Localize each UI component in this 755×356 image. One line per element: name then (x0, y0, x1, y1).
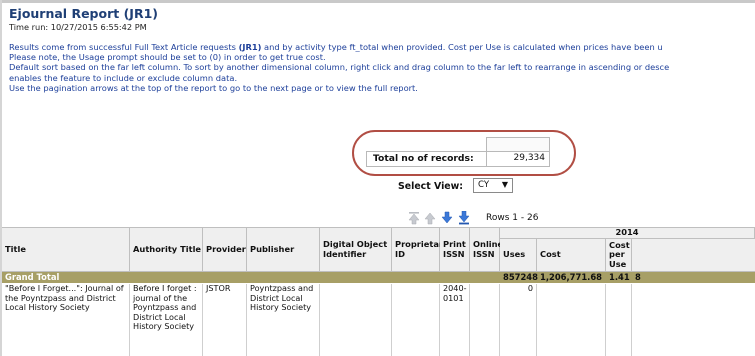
cell-authority-title: Before I forget : journal of the Poyntzp… (130, 284, 203, 356)
intro-line-2: Please note, the Usage prompt should be … (9, 52, 326, 63)
cell-title: "Before I Forget...": Journal of the Poy… (2, 284, 130, 356)
rows-range: Rows 1 - 26 (486, 213, 539, 223)
grand-total-row: Grand Total 857248 1,206,771.68 1.41 8 (2, 272, 755, 283)
highlight-oval (352, 130, 576, 176)
select-view-value: CY (478, 180, 490, 190)
grand-total-uses: 857248 (503, 272, 538, 282)
column-header-online-issn[interactable]: Online ISSN (470, 228, 503, 272)
intro-line-3: Default sort based on the far left colum… (9, 62, 670, 73)
column-header-provider[interactable]: Provider (203, 228, 247, 272)
cell-doi (320, 284, 392, 356)
intro-line-4: enables the feature to include or exclud… (9, 72, 238, 83)
select-view-label: Select View: (398, 181, 464, 192)
cell-cost-per-use (606, 284, 632, 356)
grand-total-label: Grand Total (5, 272, 60, 282)
year-group-header: 2014 (500, 228, 755, 239)
column-header-authority-title[interactable]: Authority Title (130, 228, 203, 272)
grand-total-cost: 1,206,771.68 (540, 272, 602, 282)
cell-uses: 0 (500, 284, 537, 356)
cell-cost (537, 284, 606, 356)
column-header-publisher[interactable]: Publisher (247, 228, 320, 272)
report-title: Ejournal Report (JR1) (9, 6, 158, 21)
column-header-cost-per-use[interactable]: Cost per Use (606, 239, 632, 272)
column-header-title[interactable]: Title (2, 228, 130, 272)
report-description: Results come from successful Full Text A… (9, 42, 755, 93)
column-header-uses[interactable]: Uses (500, 239, 537, 272)
chevron-down-icon: ▼ (501, 180, 508, 189)
page-up-icon[interactable] (423, 211, 437, 225)
grand-total-cost-per-use: 1.41 (609, 272, 630, 282)
page-first-icon[interactable] (407, 211, 421, 225)
column-header-proprietary-id[interactable]: Proprietary ID (392, 228, 448, 272)
column-header-doi[interactable]: Digital Object Identifier (320, 228, 392, 272)
page-down-icon[interactable] (440, 211, 454, 225)
intro-line-1: Results come from successful Full Text A… (9, 42, 663, 52)
column-header-cost[interactable]: Cost (537, 239, 606, 272)
page-last-icon[interactable] (457, 211, 471, 225)
window-top-border (0, 0, 755, 3)
cell-provider: JSTOR (203, 284, 247, 356)
column-header-overflow (632, 239, 755, 272)
cell-online-issn (470, 284, 500, 356)
intro-line-5: Use the pagination arrows at the top of … (9, 82, 418, 93)
time-run: Time run: 10/27/2015 6:55:42 PM (9, 22, 147, 32)
select-view-dropdown[interactable]: CY ▼ (473, 178, 513, 193)
column-header-print-issn[interactable]: Print ISSN (440, 228, 470, 272)
cell-print-issn: 2040-0101 (440, 284, 470, 356)
cell-proprietary-id (392, 284, 440, 356)
cell-publisher: Poyntzpass and District Local History So… (247, 284, 320, 356)
grand-total-overflow: 8 (635, 272, 641, 282)
